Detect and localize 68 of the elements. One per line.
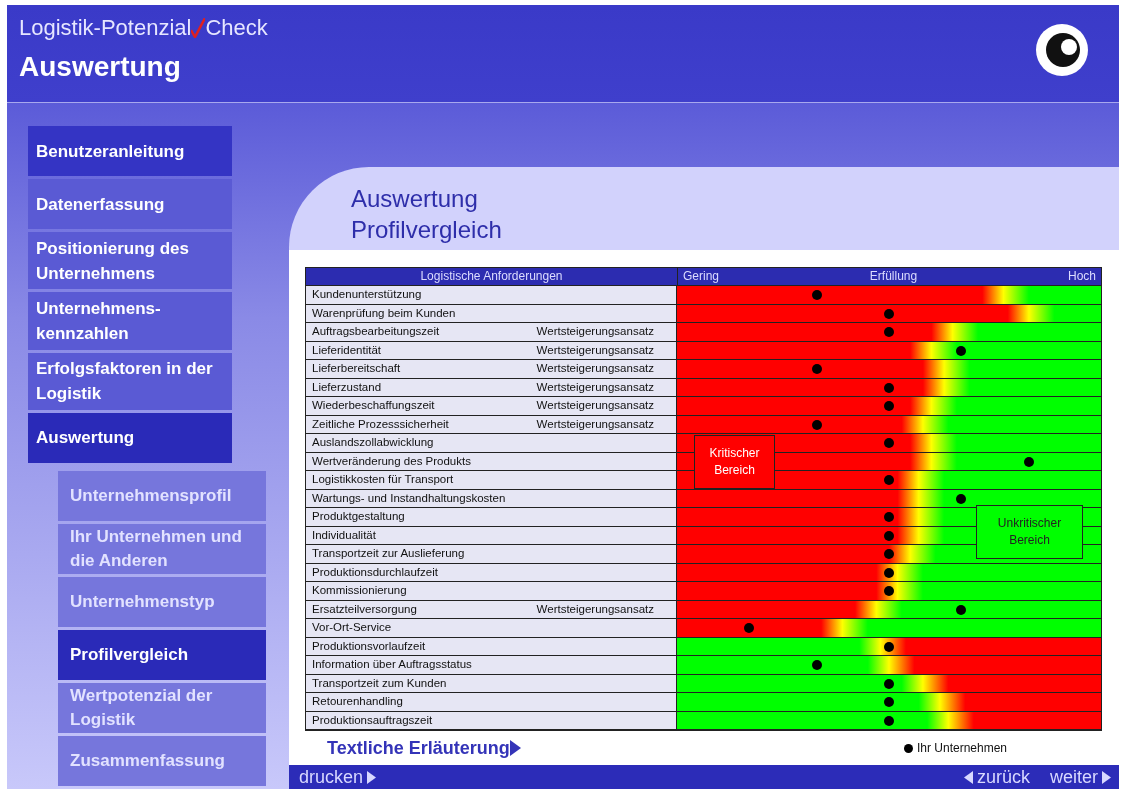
play-icon: [367, 771, 377, 784]
requirement-tag: Wertsteigerungsansatz: [536, 323, 654, 341]
requirement-name: Produktionsauftragszeit: [312, 712, 433, 728]
requirement-tag: Wertsteigerungsansatz: [536, 360, 654, 378]
sidebar-item[interactable]: Datenerfassung: [28, 179, 232, 229]
requirement-name: Lieferbereitschaft: [312, 361, 401, 376]
scale-title: Erfüllung: [869, 268, 918, 285]
sidebar-subitem[interactable]: Profilvergleich: [58, 630, 266, 680]
requirement-name: Vor-Ort-Service: [312, 620, 392, 635]
zone-text: Unkritischer: [997, 515, 1062, 532]
check-mark-icon: [191, 18, 206, 38]
back-link[interactable]: zurück: [963, 767, 1030, 788]
sidebar-subitem[interactable]: Zusammenfassung: [58, 736, 266, 786]
requirement-tag: Wertsteigerungsansatz: [536, 341, 654, 359]
print-link[interactable]: drucken: [299, 767, 377, 788]
scale-label: Gering: [683, 268, 720, 285]
requirement-name: Transportzeit zur Auslieferung: [312, 546, 465, 561]
requirement-name: Auslandszollabwicklung: [312, 435, 434, 450]
scale-label: Hoch: [1067, 268, 1096, 285]
requirement-tag: Wertsteigerungsansatz: [536, 415, 654, 433]
sidebar-item[interactable]: Auswertung: [28, 413, 232, 463]
play-icon: [1102, 771, 1111, 784]
requirement-name: Wertveränderung des Produkts: [312, 453, 471, 469]
requirement-name: Produktionsvorlaufzeit: [312, 638, 426, 654]
requirement-name: Retourenhandling: [312, 694, 403, 709]
app-title: Logistik-Potenzial: [19, 15, 192, 41]
requirement-name: Produktionsdurchlaufzeit: [312, 564, 438, 580]
requirement-name: Individualität: [312, 527, 376, 543]
requirement-name: Logistikkosten für Transport: [312, 472, 454, 487]
next-link[interactable]: weiter: [1050, 767, 1111, 788]
app-title: Check: [205, 15, 268, 41]
requirement-name: Ersatzteilversorgung: [312, 601, 417, 617]
sidebar-item[interactable]: Unternehmens-kennzahlen: [28, 292, 232, 350]
sidebar-item[interactable]: Erfolgsfaktoren in der Logistik: [28, 352, 232, 410]
zone-text: Bereich: [714, 462, 755, 479]
requirement-name: Wiederbeschaffungszeit: [312, 398, 435, 413]
requirement-name: Auftragsbearbeitungszeit: [312, 324, 440, 339]
section-title: Auswertung: [19, 51, 182, 83]
page-subtitle: Profilvergleich: [351, 214, 503, 245]
requirement-name: Kundenunterstützung: [312, 287, 422, 302]
requirement-tag: Wertsteigerungsansatz: [536, 397, 654, 415]
sidebar-subitem[interactable]: Unternehmensprofil: [58, 471, 266, 521]
explanation-link[interactable]: Textliche Erläuterung: [327, 737, 521, 759]
sidebar-subitem[interactable]: Unternehmenstyp: [58, 577, 266, 627]
requirement-name: Kommissionierung: [312, 583, 407, 598]
requirement-tag: Wertsteigerungsansatz: [536, 378, 654, 396]
arrow-icon: [509, 740, 521, 756]
zone-text: Kritischer: [709, 445, 760, 462]
logo-icon: [1035, 23, 1089, 77]
requirement-name: Produktgestaltung: [312, 509, 405, 524]
requirement-name: Lieferzustand: [312, 379, 382, 395]
requirement-name: Warenprüfung beim Kunden: [312, 305, 456, 321]
sidebar-item[interactable]: Positionierung des Unternehmens: [28, 232, 232, 290]
zone-text: Bereich: [1009, 532, 1050, 549]
sidebar-subitem[interactable]: Ihr Unternehmen und die Anderen: [58, 524, 266, 574]
column-header: Logistische Anforderungen: [419, 268, 564, 285]
requirement-tag: Wertsteigerungsansatz: [536, 600, 654, 618]
back-icon: [963, 771, 973, 784]
page-title: Auswertung: [351, 183, 479, 214]
requirement-name: Wartungs- und Instandhaltungskosten: [312, 490, 506, 506]
legend-label: Ihr Unternehmen: [916, 741, 1007, 755]
requirement-name: Lieferidentität: [312, 342, 382, 358]
sidebar-subitem[interactable]: Wertpotenzial der Logistik: [58, 683, 266, 733]
legend-dot-icon: [903, 743, 913, 753]
requirement-name: Transportzeit zum Kunden: [312, 675, 447, 691]
requirement-name: Information über Auftragsstatus: [312, 657, 472, 672]
requirement-name: Zeitliche Prozesssicherheit: [312, 416, 449, 432]
sidebar-item[interactable]: Benutzeranleitung: [28, 126, 232, 176]
